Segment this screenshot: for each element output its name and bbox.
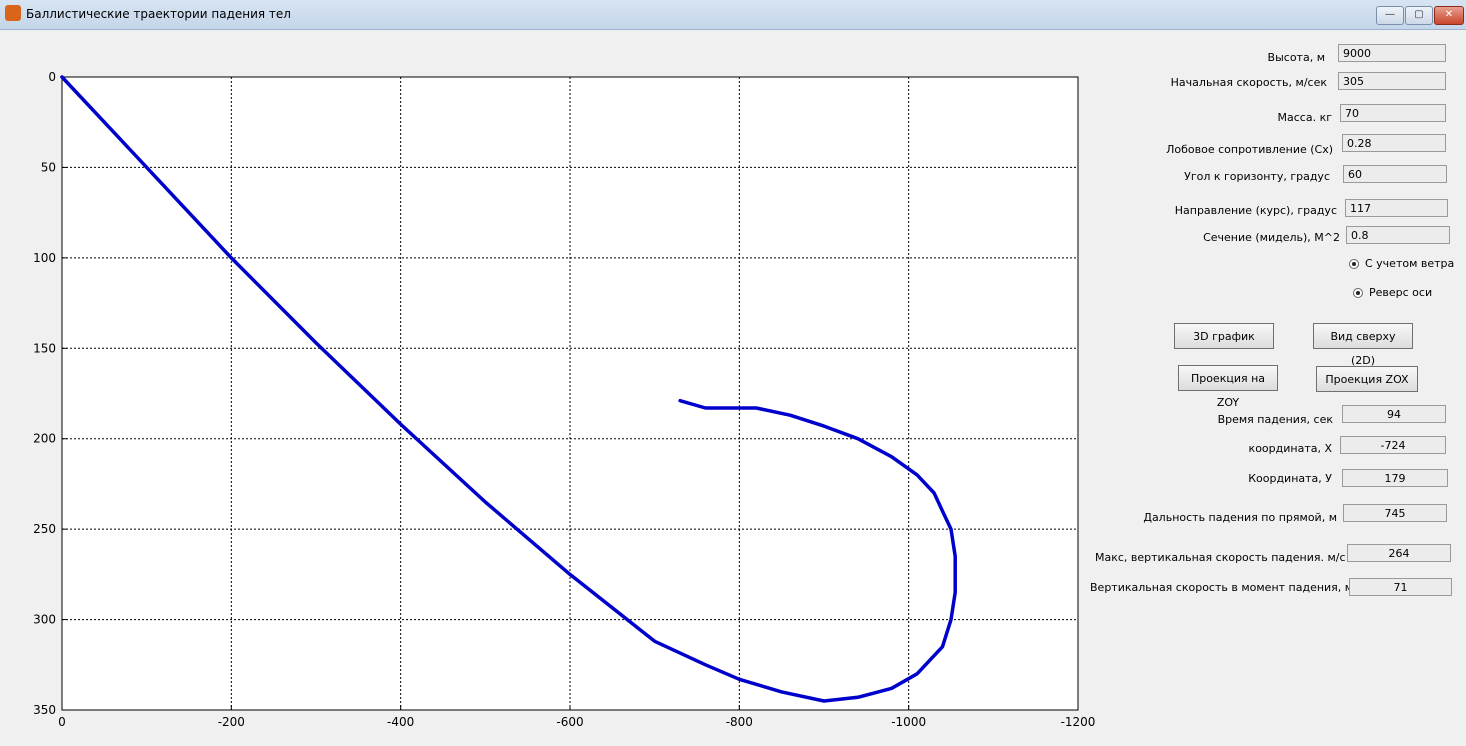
mass-label: Масса. кг bbox=[1277, 111, 1332, 124]
window-title: Баллистические траектории падения тел bbox=[26, 7, 291, 21]
reverse-axis-option[interactable]: Реверс оси bbox=[1353, 286, 1432, 299]
reverse-axis-option-label: Реверс оси bbox=[1369, 286, 1433, 299]
wind-option[interactable]: С учетом ветра bbox=[1349, 257, 1454, 270]
close-icon[interactable]: ✕ bbox=[1434, 6, 1464, 25]
y-tick-label: 100 bbox=[33, 251, 56, 265]
height-label: Высота, м bbox=[1267, 51, 1325, 64]
fall-time-label: Время падения, сек bbox=[1217, 413, 1333, 426]
impact-vspeed-label: Вертикальная скорость в момент падения, … bbox=[1090, 581, 1363, 594]
y-tick-label: 250 bbox=[33, 522, 56, 536]
height-field[interactable]: 9000 bbox=[1338, 44, 1446, 62]
fall-time-field: 94 bbox=[1342, 405, 1446, 423]
radio-selected-icon bbox=[1349, 259, 1359, 269]
y-tick-label: 0 bbox=[48, 70, 56, 84]
initial-speed-field[interactable]: 305 bbox=[1338, 72, 1446, 90]
y-tick-label: 300 bbox=[33, 613, 56, 627]
max-vspeed-label: Макс, вертикальная скорость падения. м/с bbox=[1095, 551, 1346, 564]
section-label: Сечение (мидель), М^2 bbox=[1203, 231, 1340, 244]
angle-label: Угол к горизонту, градус bbox=[1184, 170, 1330, 183]
x-tick-label: -400 bbox=[387, 715, 414, 729]
x-tick-label: -600 bbox=[556, 715, 583, 729]
x-tick-label: -1200 bbox=[1061, 715, 1096, 729]
title-bar: Баллистические траектории падения тел — … bbox=[0, 0, 1466, 30]
max-vspeed-field: 264 bbox=[1347, 544, 1451, 562]
y-tick-label: 50 bbox=[41, 160, 56, 174]
drag-label: Лобовое сопротивление (Сх) bbox=[1166, 143, 1333, 156]
top-view-button[interactable]: Вид сверху (2D) bbox=[1313, 323, 1413, 367]
range-label: Дальность падения по прямой, м bbox=[1143, 511, 1337, 524]
section-field[interactable]: 0.8 bbox=[1346, 226, 1450, 244]
projection-zoy-button[interactable]: Проекция на ZOY bbox=[1178, 365, 1278, 409]
x-tick-label: -1000 bbox=[891, 715, 926, 729]
x-tick-label: -200 bbox=[218, 715, 245, 729]
range-field: 745 bbox=[1343, 504, 1447, 522]
mass-field[interactable]: 70 bbox=[1340, 104, 1446, 122]
angle-field[interactable]: 60 bbox=[1343, 165, 1447, 183]
coord-y-field: 179 bbox=[1342, 469, 1448, 487]
wind-option-label: С учетом ветра bbox=[1365, 257, 1455, 270]
maximize-icon[interactable]: ▢ bbox=[1405, 6, 1433, 25]
matlab-icon bbox=[5, 5, 21, 21]
projection-zox-button[interactable]: Проекция ZOX bbox=[1316, 366, 1418, 392]
coord-x-field: -724 bbox=[1340, 436, 1446, 454]
trajectory-plot-area: 0 -200 -400 -600 -800 -1000 -1200 0 50 100 150 200 2… bbox=[0, 29, 1100, 746]
y-tick-label: 200 bbox=[33, 432, 56, 446]
minimize-icon[interactable]: — bbox=[1376, 6, 1404, 25]
x-tick-label: 0 bbox=[58, 715, 66, 729]
drag-field[interactable]: 0.28 bbox=[1342, 134, 1446, 152]
plot-3d-button[interactable]: 3D график bbox=[1174, 323, 1274, 349]
impact-vspeed-field: 71 bbox=[1349, 578, 1452, 596]
trajectory-chart: 0 -200 -400 -600 -800 -1000 -1200 0 50 100 150 200 2… bbox=[33, 70, 1096, 729]
coord-x-label: координата, X bbox=[1248, 442, 1332, 455]
coord-y-label: Координата, У bbox=[1248, 472, 1332, 485]
y-tick-label: 150 bbox=[33, 341, 56, 355]
course-field[interactable]: 117 bbox=[1345, 199, 1448, 217]
initial-speed-label: Начальная скорость, м/сек bbox=[1170, 76, 1327, 89]
y-tick-label: 350 bbox=[33, 703, 56, 717]
radio-selected-icon bbox=[1353, 288, 1363, 298]
x-tick-label: -800 bbox=[726, 715, 753, 729]
course-label: Направление (курс), градус bbox=[1174, 204, 1337, 217]
